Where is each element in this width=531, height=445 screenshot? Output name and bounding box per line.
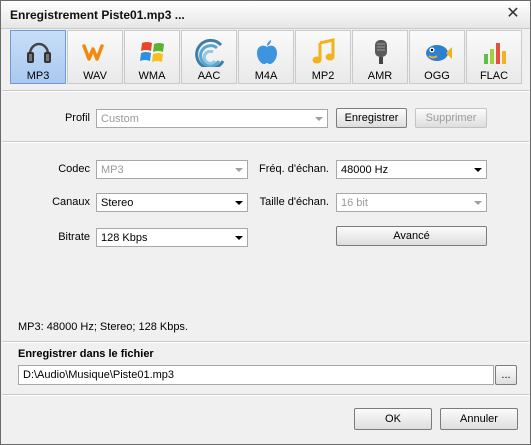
windows-icon — [140, 42, 164, 62]
profile-combo[interactable]: Custom — [96, 109, 328, 128]
format-label: WMA — [138, 70, 166, 82]
format-label: AAC — [197, 70, 221, 82]
advanced-button[interactable]: Avancé — [336, 226, 487, 246]
channels-label: Canaux — [52, 196, 90, 208]
chevron-down-icon — [235, 201, 243, 205]
format-button-wav[interactable]: WAV — [67, 30, 123, 84]
bitrate-combo[interactable]: 128 Kbps — [96, 228, 248, 247]
save-dialog: Enregistrement Piste01.mp3 ... ✕ MP3 WAV — [0, 0, 531, 445]
format-label: WAV — [83, 70, 107, 82]
microphone-icon — [375, 40, 387, 64]
sample-size-value: 16 bit — [341, 197, 368, 209]
chevron-down-icon — [235, 236, 243, 240]
bitrate-value: 128 Kbps — [101, 232, 148, 244]
close-icon[interactable]: ✕ — [504, 5, 522, 23]
chevron-down-icon — [474, 201, 482, 205]
sample-size-combo[interactable]: 16 bit — [336, 193, 487, 212]
cancel-button[interactable]: Annuler — [440, 408, 518, 430]
output-path-field[interactable]: D:\Audio\Musique\Piste01.mp3 — [18, 365, 494, 385]
music-note-icon — [312, 38, 335, 64]
divider — [2, 341, 529, 343]
channels-combo[interactable]: Stereo — [96, 193, 248, 212]
format-label: OGG — [424, 70, 450, 82]
ok-button[interactable]: OK — [354, 408, 432, 430]
chevron-down-icon — [315, 117, 323, 121]
format-button-flac[interactable]: FLAC — [466, 30, 522, 84]
format-label: FLAC — [479, 70, 509, 82]
divider — [2, 394, 529, 396]
sample-rate-combo[interactable]: 48000 Hz — [336, 160, 487, 179]
format-label: AMR — [367, 70, 393, 82]
title-bar[interactable]: Enregistrement Piste01.mp3 ... ✕ — [1, 1, 530, 29]
divider — [2, 90, 529, 92]
format-button-mp3[interactable]: MP3 — [10, 30, 66, 84]
format-button-mp2[interactable]: MP2 — [295, 30, 351, 84]
save-profile-button[interactable]: Enregistrer — [336, 108, 407, 128]
apple-icon — [257, 40, 277, 64]
browse-button[interactable]: ... — [495, 365, 517, 385]
format-button-aac[interactable]: AAC — [181, 30, 237, 84]
codec-label: Codec — [58, 163, 90, 175]
wav-icon — [82, 44, 104, 61]
delete-profile-button[interactable]: Supprimer — [415, 108, 487, 128]
chevron-down-icon — [474, 168, 482, 172]
bitrate-label: Bitrate — [58, 231, 90, 243]
format-label: MP2 — [311, 70, 335, 82]
headphones-icon — [27, 42, 51, 63]
equalizer-icon — [484, 43, 506, 64]
codec-combo[interactable]: MP3 — [96, 160, 248, 179]
sample-size-label: Taille d'échan. — [259, 196, 329, 208]
format-label: MP3 — [26, 70, 50, 82]
chevron-down-icon — [235, 168, 243, 172]
sample-rate-value: 48000 Hz — [341, 164, 389, 176]
profile-label: Profil — [64, 112, 90, 124]
aac-icon — [195, 38, 225, 67]
format-toolbar: MP3 WAV WMA AAC M4A MP2 AMR OGG FLAC — [9, 28, 522, 86]
divider — [2, 141, 529, 143]
status-summary: MP3: 48000 Hz; Stereo; 128 Kbps. — [18, 321, 188, 333]
output-path-value: D:\Audio\Musique\Piste01.mp3 — [23, 369, 175, 381]
output-section-title: Enregistrer dans le fichier — [18, 348, 154, 360]
codec-value: MP3 — [101, 164, 124, 176]
sample-rate-label: Fréq. d'échan. — [259, 163, 329, 175]
format-button-wma[interactable]: WMA — [124, 30, 180, 84]
format-button-amr[interactable]: AMR — [352, 30, 408, 84]
fish-icon — [426, 45, 452, 61]
channels-value: Stereo — [101, 197, 134, 209]
format-label: M4A — [254, 70, 278, 82]
profile-value: Custom — [101, 113, 139, 125]
format-button-ogg[interactable]: OGG — [409, 30, 465, 84]
format-button-m4a[interactable]: M4A — [238, 30, 294, 84]
window-title: Enregistrement Piste01.mp3 ... — [10, 8, 185, 22]
